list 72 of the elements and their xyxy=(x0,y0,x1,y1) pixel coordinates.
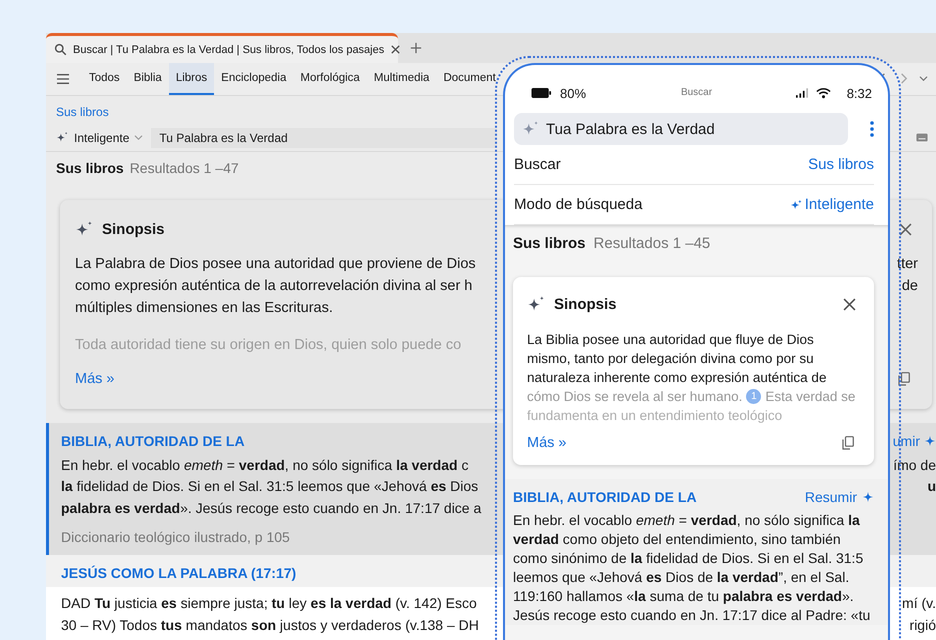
synopsis-text: fundamenta en un entendimiento teológico xyxy=(527,407,782,425)
nav-tab[interactable]: Morfológica xyxy=(293,63,367,94)
synopsis-text: Toda autoridad tiene su origen en Dios, quien solo puede co xyxy=(75,336,462,352)
wifi-icon xyxy=(816,87,831,99)
nav-tab[interactable]: Todos xyxy=(82,63,127,94)
new-tab-icon[interactable] xyxy=(410,42,422,54)
setting-label: Buscar xyxy=(514,156,561,173)
synopsis-title: Sinopsis xyxy=(554,296,617,313)
tab-title: Buscar | Tu Palabra es la Verdad | Sus libros, Todos los pasajes xyxy=(73,44,384,56)
search-field[interactable]: Tua Palabra es la Verdad xyxy=(514,113,848,145)
summarize-link[interactable]: Resumir xyxy=(804,489,857,505)
synopsis-text: múltiples dimensiones en las Escrituras. xyxy=(75,298,333,318)
results-title: Sus libros xyxy=(513,235,586,252)
synopsis-title: Sinopsis xyxy=(102,220,165,238)
entry-text: rigió xyxy=(910,616,936,635)
copy-icon[interactable] xyxy=(898,372,910,386)
entry-text: En hebr. el vocablo emeth = verdad, no sólo significa la verdad c xyxy=(61,456,468,475)
caret-icon[interactable] xyxy=(919,75,928,82)
synopsis-text: como expresión auténtica de la autorrevelación divina al ser h xyxy=(75,276,472,296)
battery-level: 80% xyxy=(560,86,586,100)
breadcrumb-link[interactable]: Sus libros xyxy=(56,104,109,124)
browser-tab[interactable]: Buscar | Tu Palabra es la Verdad | Sus libros, Todos los pasajes xyxy=(46,33,398,63)
sparkle-icon xyxy=(862,491,874,503)
entry-text: DAD Tu justicia es siempre justa; tu ley es la verdad (v. 142) Esco xyxy=(61,594,477,613)
setting-value[interactable]: Inteligente xyxy=(790,196,874,213)
more-options-icon[interactable] xyxy=(870,121,874,137)
synopsis-text: de xyxy=(902,276,918,296)
entry-text: 30 – RV) Todos tus mandatos son justos y verdaderos (v.138 – DH xyxy=(61,616,479,635)
entry-heading[interactable]: BIBLIA, AUTORIDAD DE LA xyxy=(61,432,245,448)
synopsis-text: cómo Dios se revela al ser humano. xyxy=(527,388,742,406)
entry-source: Diccionario teológico ilustrado, p 105 xyxy=(61,529,290,545)
search-field[interactable]: Tu Palabra es la Verdad xyxy=(151,128,498,148)
entry-heading[interactable]: JESÚS COMO LA PALABRA (17:17) xyxy=(61,565,296,581)
entry-text: palabra es verdad». Jesús recoge esto cuando en Jn. 17:17 dice a xyxy=(61,498,482,518)
synopsis-text: La Palabra de Dios posee una autoridad que proviene de Dios xyxy=(75,254,476,274)
nav-tab[interactable]: Enciclopedia xyxy=(214,63,294,94)
caret-icon xyxy=(134,134,144,141)
setting-label: Modo de búsqueda xyxy=(514,196,642,213)
search-icon xyxy=(54,43,67,56)
battery-icon xyxy=(531,88,552,98)
clock-time: 8:32 xyxy=(846,86,872,100)
close-icon[interactable] xyxy=(390,44,402,55)
signal-icon xyxy=(796,88,808,98)
synopsis-text: Esta verdad se xyxy=(765,388,856,406)
nav-tab[interactable]: Biblia xyxy=(126,63,169,94)
sparkle-icon xyxy=(924,434,936,446)
close-icon[interactable] xyxy=(899,222,912,236)
menu-icon[interactable] xyxy=(56,73,70,85)
entry-heading[interactable]: BIBLIA, AUTORIDAD DE LA xyxy=(513,489,697,505)
entry-text: mí (v. xyxy=(902,594,936,613)
copy-icon[interactable] xyxy=(842,436,854,450)
sparkle-icon xyxy=(790,198,802,210)
setting-value[interactable]: Sus libros xyxy=(808,156,874,173)
entry-text: la fidelidad de Dios. Si en el Sal. 31:5 leemos que «Jehová es Dios xyxy=(61,477,478,496)
more-link[interactable]: Más » xyxy=(75,370,114,386)
more-link[interactable]: Más » xyxy=(527,435,566,451)
keyboard-icon[interactable] xyxy=(916,133,928,142)
synopsis-text: tter xyxy=(897,254,918,274)
nav-tab[interactable]: Libros xyxy=(168,63,214,94)
summarize-link[interactable]: umir xyxy=(892,432,920,448)
nav-tab[interactable]: Multimedia xyxy=(366,63,436,94)
entry-text: ímo de xyxy=(893,456,936,474)
screen-title: Buscar xyxy=(680,87,714,98)
mode-dropdown[interactable]: Inteligente xyxy=(56,130,144,144)
nav-tab[interactable]: Document xyxy=(436,63,503,94)
results-title: Sus libros xyxy=(56,160,124,176)
results-count: Resultados 1 –45 xyxy=(594,235,710,252)
entry-text: u xyxy=(927,477,936,496)
close-icon[interactable] xyxy=(843,298,856,311)
synopsis-text: La Biblia posee una autoridad que fluye de Dios mismo, tanto por delegación divina como por su naturaleza inherente como expresión auténtica de xyxy=(527,331,828,387)
results-count: Resultados 1 –47 xyxy=(130,160,239,176)
sparkle-icon xyxy=(56,131,69,144)
